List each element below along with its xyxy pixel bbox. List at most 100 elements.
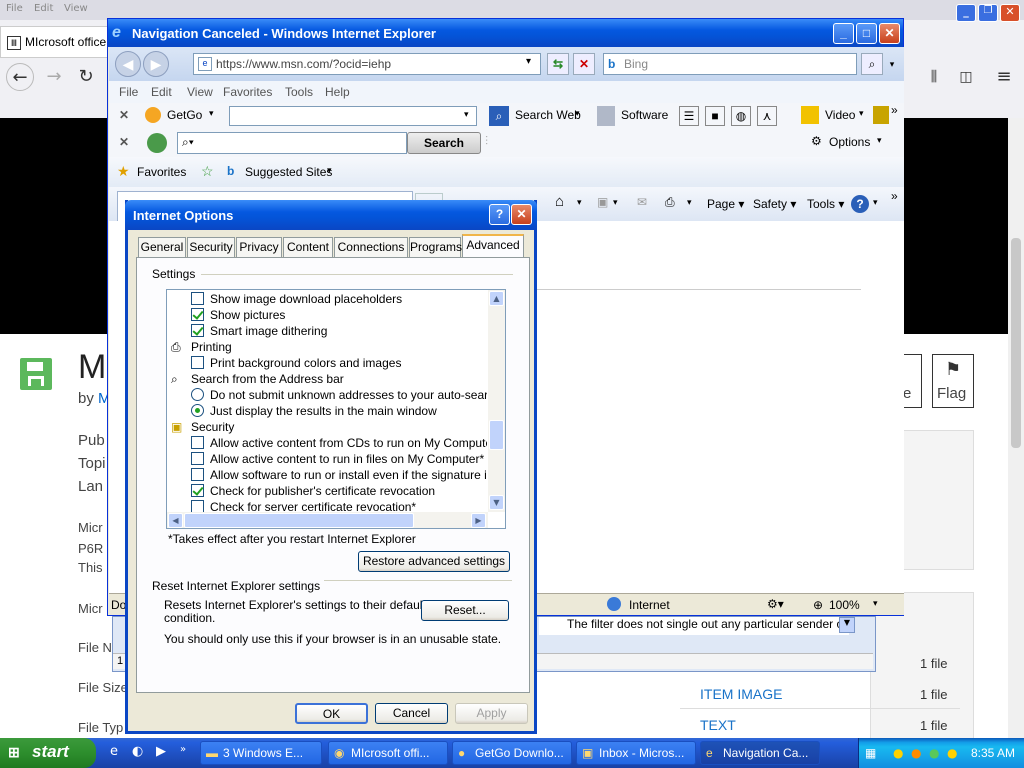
flag-button[interactable]: ⚑ Flag: [932, 354, 974, 408]
help-button[interactable]: ?: [489, 204, 510, 225]
video-button[interactable]: Video: [825, 108, 855, 122]
search-options-icon[interactable]: ▾: [885, 53, 899, 75]
rss-icon[interactable]: ☰: [679, 106, 699, 126]
restore-advanced-settings-button[interactable]: Restore advanced settings: [358, 551, 510, 572]
sidebar-icon[interactable]: ◫: [952, 63, 980, 91]
feeds-icon[interactable]: ▣: [597, 195, 608, 209]
dialog-titlebar[interactable]: Internet Options ? ✕: [125, 200, 537, 230]
ie-minimize-button[interactable]: _: [833, 23, 854, 44]
item-image-link[interactable]: ITEM IMAGE: [700, 686, 782, 702]
menu-edit[interactable]: Edit: [34, 3, 53, 14]
checkbox[interactable]: [191, 292, 204, 305]
vertical-scrollbar[interactable]: ▲ ▼: [488, 290, 505, 512]
text-link[interactable]: TEXT: [700, 717, 736, 733]
tray-app-icon[interactable]: ●: [929, 746, 939, 760]
settings-option[interactable]: Show image download placeholders: [167, 291, 487, 307]
reload-icon[interactable]: ↻: [72, 63, 100, 91]
tab-privacy[interactable]: Privacy: [236, 237, 282, 257]
taskbar-button[interactable]: ▣ Inbox - Micros...: [576, 741, 696, 765]
chevron-down-icon[interactable]: ▾: [577, 197, 582, 208]
menu-file[interactable]: File: [119, 85, 138, 99]
safety-menu[interactable]: Safety ▾: [753, 197, 796, 211]
chevron-down-icon[interactable]: ▾: [327, 165, 332, 176]
chevron-down-icon[interactable]: ▾: [873, 197, 878, 208]
search-icon[interactable]: ⌕: [861, 53, 883, 75]
ff-minimize-button[interactable]: _: [956, 4, 976, 22]
close-toolbar-icon[interactable]: ✕: [119, 108, 129, 122]
protected-mode-icon[interactable]: ⚙▾: [767, 597, 784, 611]
favorites-button[interactable]: Favorites: [137, 165, 186, 179]
menu-help[interactable]: Help: [325, 85, 350, 99]
globe-icon[interactable]: ◍: [731, 106, 751, 126]
camera-icon[interactable]: ■: [705, 106, 725, 126]
tab-connections[interactable]: Connections: [334, 237, 408, 257]
tray-app-icon[interactable]: ●: [911, 746, 921, 760]
help-icon[interactable]: ?: [851, 195, 869, 213]
start-button[interactable]: ⊞ start: [0, 738, 96, 768]
apply-button[interactable]: Apply: [455, 703, 528, 724]
firefox-scrollbar[interactable]: [1008, 118, 1024, 738]
keyboard-icon[interactable]: ▦: [865, 746, 876, 760]
chevron-down-icon[interactable]: ▾: [575, 108, 580, 119]
settings-option[interactable]: Show pictures: [167, 307, 487, 323]
cancel-button[interactable]: Cancel: [375, 703, 448, 724]
suggested-sites-button[interactable]: Suggested Sites: [245, 165, 332, 179]
settings-option[interactable]: Smart image dithering: [167, 323, 487, 339]
menu-view[interactable]: View: [64, 3, 88, 14]
settings-option[interactable]: Check for server certificate revocation*: [167, 499, 487, 513]
checkbox[interactable]: [191, 324, 204, 337]
radio-button[interactable]: [191, 404, 204, 417]
home-icon[interactable]: ⌂: [555, 193, 564, 210]
toolbar-search-button[interactable]: Search: [407, 132, 481, 154]
chevron-down-icon[interactable]: ▾: [873, 598, 878, 609]
settings-option[interactable]: Print background colors and images: [167, 355, 487, 371]
menu-tools[interactable]: Tools: [285, 85, 313, 99]
tab-advanced[interactable]: Advanced: [462, 234, 524, 258]
divider-grip-icon[interactable]: ⫶: [485, 134, 488, 149]
tab-programs[interactable]: Programs: [409, 237, 462, 257]
tray-app-icon[interactable]: ●: [947, 746, 957, 760]
menu-favorites[interactable]: Favorites: [223, 85, 272, 99]
checkbox[interactable]: [191, 468, 204, 481]
checkbox[interactable]: [191, 452, 204, 465]
menu-file[interactable]: File: [6, 3, 23, 14]
add-favorite-icon[interactable]: ☆: [201, 163, 214, 180]
options-button[interactable]: Options: [829, 135, 870, 149]
forward-icon[interactable]: →: [40, 63, 68, 91]
checkbox[interactable]: [191, 436, 204, 449]
getgo-label[interactable]: GetGo: [167, 108, 202, 122]
toolbar-search-input[interactable]: ⌕▾: [177, 132, 407, 154]
settings-option[interactable]: Allow active content to run in files on …: [167, 451, 487, 467]
horizontal-scrollbar[interactable]: ◀ ▶: [167, 512, 488, 528]
settings-listbox[interactable]: Show image download placeholders Show pic…: [166, 289, 506, 529]
dialog-close-button[interactable]: ✕: [511, 204, 532, 225]
ie-search-box[interactable]: b Bing: [603, 53, 857, 75]
tools-menu[interactable]: Tools ▾: [807, 197, 844, 211]
compat-icon[interactable]: ⇆: [547, 53, 569, 75]
search-web-button[interactable]: Search Web: [515, 108, 581, 122]
settings-option[interactable]: Allow active content from CDs to run on …: [167, 435, 487, 451]
zoom-level[interactable]: 100%: [829, 598, 860, 612]
settings-option[interactable]: Just display the results in the main win…: [167, 403, 487, 419]
stop-icon[interactable]: ✕: [573, 53, 595, 75]
ie-titlebar[interactable]: e Navigation Canceled - Windows Internet…: [108, 19, 903, 47]
address-dropdown-icon[interactable]: ▾: [526, 56, 531, 67]
ie-address-bar[interactable]: e https://www.msn.com/?ocid=iehp ▾: [193, 53, 541, 75]
chevron-down-icon[interactable]: ▾: [877, 135, 882, 146]
ff-restore-button[interactable]: ❐: [978, 4, 998, 22]
scrollbar-thumb[interactable]: [489, 420, 504, 450]
checkbox[interactable]: [191, 484, 204, 497]
scroll-down-icon[interactable]: ▼: [489, 495, 504, 510]
print-icon[interactable]: ⎙: [665, 195, 675, 210]
tool-icon[interactable]: ⋏: [757, 106, 777, 126]
clock[interactable]: 8:35 AM: [971, 746, 1015, 760]
ie-quicklaunch-icon[interactable]: e: [110, 744, 118, 759]
ie-maximize-button[interactable]: □: [856, 23, 877, 44]
tab-general[interactable]: General: [138, 237, 186, 257]
overflow-chevron-icon[interactable]: »: [891, 189, 898, 203]
radio-button[interactable]: [191, 388, 204, 401]
settings-option[interactable]: Allow software to run or install even if…: [167, 467, 487, 483]
ff-close-button[interactable]: ✕: [1000, 4, 1020, 22]
reset-button[interactable]: Reset...: [421, 600, 509, 621]
taskbar-button[interactable]: ● GetGo Downlo...: [452, 741, 572, 765]
